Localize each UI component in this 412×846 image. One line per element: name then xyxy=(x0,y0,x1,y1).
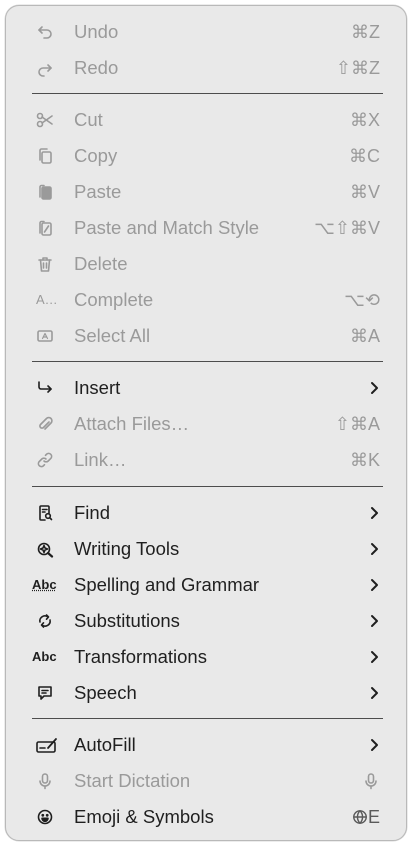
shortcut-label: ⇧⌘Z xyxy=(335,58,380,78)
menu-item-speech[interactable]: Speech xyxy=(6,675,406,711)
menu-item-start-dictation[interactable]: Start Dictation xyxy=(6,763,406,799)
globe-icon xyxy=(353,810,367,824)
emoji-icon xyxy=(36,799,66,835)
separator xyxy=(32,718,383,719)
chevron-right-icon xyxy=(371,651,378,663)
writing-tools-icon xyxy=(36,531,66,567)
chevron-right-icon xyxy=(371,382,378,394)
menu-item-undo[interactable]: Undo ⌘Z xyxy=(6,14,406,50)
menu-item-select-all[interactable]: Select All ⌘A xyxy=(6,318,406,354)
menu-item-label: Delete xyxy=(74,253,128,274)
link-icon xyxy=(36,442,66,478)
menu-item-insert[interactable]: Insert xyxy=(6,370,406,406)
substitution-icon xyxy=(36,603,66,639)
menu-item-copy[interactable]: Copy ⌘C xyxy=(6,138,406,174)
edit-context-menu: Undo ⌘Z Redo ⇧⌘Z Cut ⌘X Copy ⌘C Paste ⌘V xyxy=(5,5,407,841)
autofill-icon xyxy=(36,727,66,763)
shortcut-label: ⌘V xyxy=(349,182,380,202)
menu-item-attach-files[interactable]: Attach Files… ⇧⌘A xyxy=(6,406,406,442)
paperclip-icon xyxy=(36,406,66,442)
menu-item-find[interactable]: Find xyxy=(6,495,406,531)
dictation-shortcut-mic-icon xyxy=(362,772,380,790)
shortcut-label: ⌘X xyxy=(349,110,380,130)
insert-arrow-icon xyxy=(36,370,66,406)
menu-item-complete[interactable]: A… Complete ⌥⟲ xyxy=(6,282,406,318)
menu-item-label: Link… xyxy=(74,449,127,470)
shortcut-label: ⌥⟲ xyxy=(344,290,380,310)
menu-item-label: Complete xyxy=(74,289,154,310)
transform-icon: Abc xyxy=(32,649,57,664)
menu-item-transformations[interactable]: Abc Transformations xyxy=(6,639,406,675)
menu-item-label: Speech xyxy=(74,682,137,703)
menu-item-label: Find xyxy=(74,502,110,523)
chevron-right-icon xyxy=(371,615,378,627)
select-all-icon xyxy=(36,318,66,354)
speech-bubble-icon xyxy=(36,675,66,711)
chevron-right-icon xyxy=(371,687,378,699)
menu-item-label: Spelling and Grammar xyxy=(74,574,260,595)
shortcut-label: ⌘K xyxy=(349,450,380,470)
menu-item-label: Substitutions xyxy=(74,610,180,631)
globe-e-shortcut: E xyxy=(352,799,380,835)
separator xyxy=(32,486,383,487)
menu-item-writing-tools[interactable]: Writing Tools xyxy=(6,531,406,567)
microphone-icon xyxy=(36,763,66,799)
shortcut-label: ⌘Z xyxy=(351,22,380,42)
chevron-right-icon xyxy=(371,739,378,751)
menu-item-label: Copy xyxy=(74,145,118,166)
paste-style-icon xyxy=(36,210,66,246)
menu-item-label: Paste and Match Style xyxy=(74,217,260,238)
menu-item-emoji-symbols[interactable]: Emoji & Symbols E xyxy=(6,799,406,835)
shortcut-label: ⇧⌘A xyxy=(334,414,380,434)
menu-item-cut[interactable]: Cut ⌘X xyxy=(6,102,406,138)
scissors-icon xyxy=(36,102,66,138)
shortcut-label: ⌘C xyxy=(349,146,380,166)
find-icon xyxy=(36,495,66,531)
clipboard-icon xyxy=(36,174,66,210)
menu-item-delete[interactable]: Delete xyxy=(6,246,406,282)
menu-item-label: Transformations xyxy=(74,646,207,667)
menu-item-label: Emoji & Symbols xyxy=(74,806,214,827)
separator xyxy=(32,93,383,94)
shortcut-label: ⌥⇧⌘V xyxy=(314,218,380,238)
menu-item-paste[interactable]: Paste ⌘V xyxy=(6,174,406,210)
chevron-right-icon xyxy=(371,507,378,519)
separator xyxy=(32,361,383,362)
menu-item-label: Cut xyxy=(74,109,103,130)
undo-icon xyxy=(36,14,66,50)
copy-icon xyxy=(36,138,66,174)
menu-item-label: Undo xyxy=(74,21,119,42)
menu-item-substitutions[interactable]: Substitutions xyxy=(6,603,406,639)
menu-item-autofill[interactable]: AutoFill xyxy=(6,727,406,763)
menu-item-paste-match-style[interactable]: Paste and Match Style ⌥⇧⌘V xyxy=(6,210,406,246)
menu-item-spelling-grammar[interactable]: Abc Spelling and Grammar xyxy=(6,567,406,603)
trash-icon xyxy=(36,246,66,282)
menu-item-label: Attach Files… xyxy=(74,413,190,434)
chevron-right-icon xyxy=(371,543,378,555)
chevron-right-icon xyxy=(371,579,378,591)
menu-item-link[interactable]: Link… ⌘K xyxy=(6,442,406,478)
menu-item-label: Paste xyxy=(74,181,122,202)
menu-item-label: Writing Tools xyxy=(74,538,180,559)
menu-item-label: AutoFill xyxy=(74,734,136,755)
shortcut-label: ⌘A xyxy=(349,326,380,346)
redo-icon xyxy=(36,50,66,86)
complete-icon: A… xyxy=(36,292,58,307)
menu-item-label: Insert xyxy=(74,377,121,398)
menu-item-label: Redo xyxy=(74,57,119,78)
menu-item-redo[interactable]: Redo ⇧⌘Z xyxy=(6,50,406,86)
menu-item-label: Start Dictation xyxy=(74,770,191,791)
menu-item-label: Select All xyxy=(74,325,151,346)
spelling-icon: Abc xyxy=(32,577,57,592)
